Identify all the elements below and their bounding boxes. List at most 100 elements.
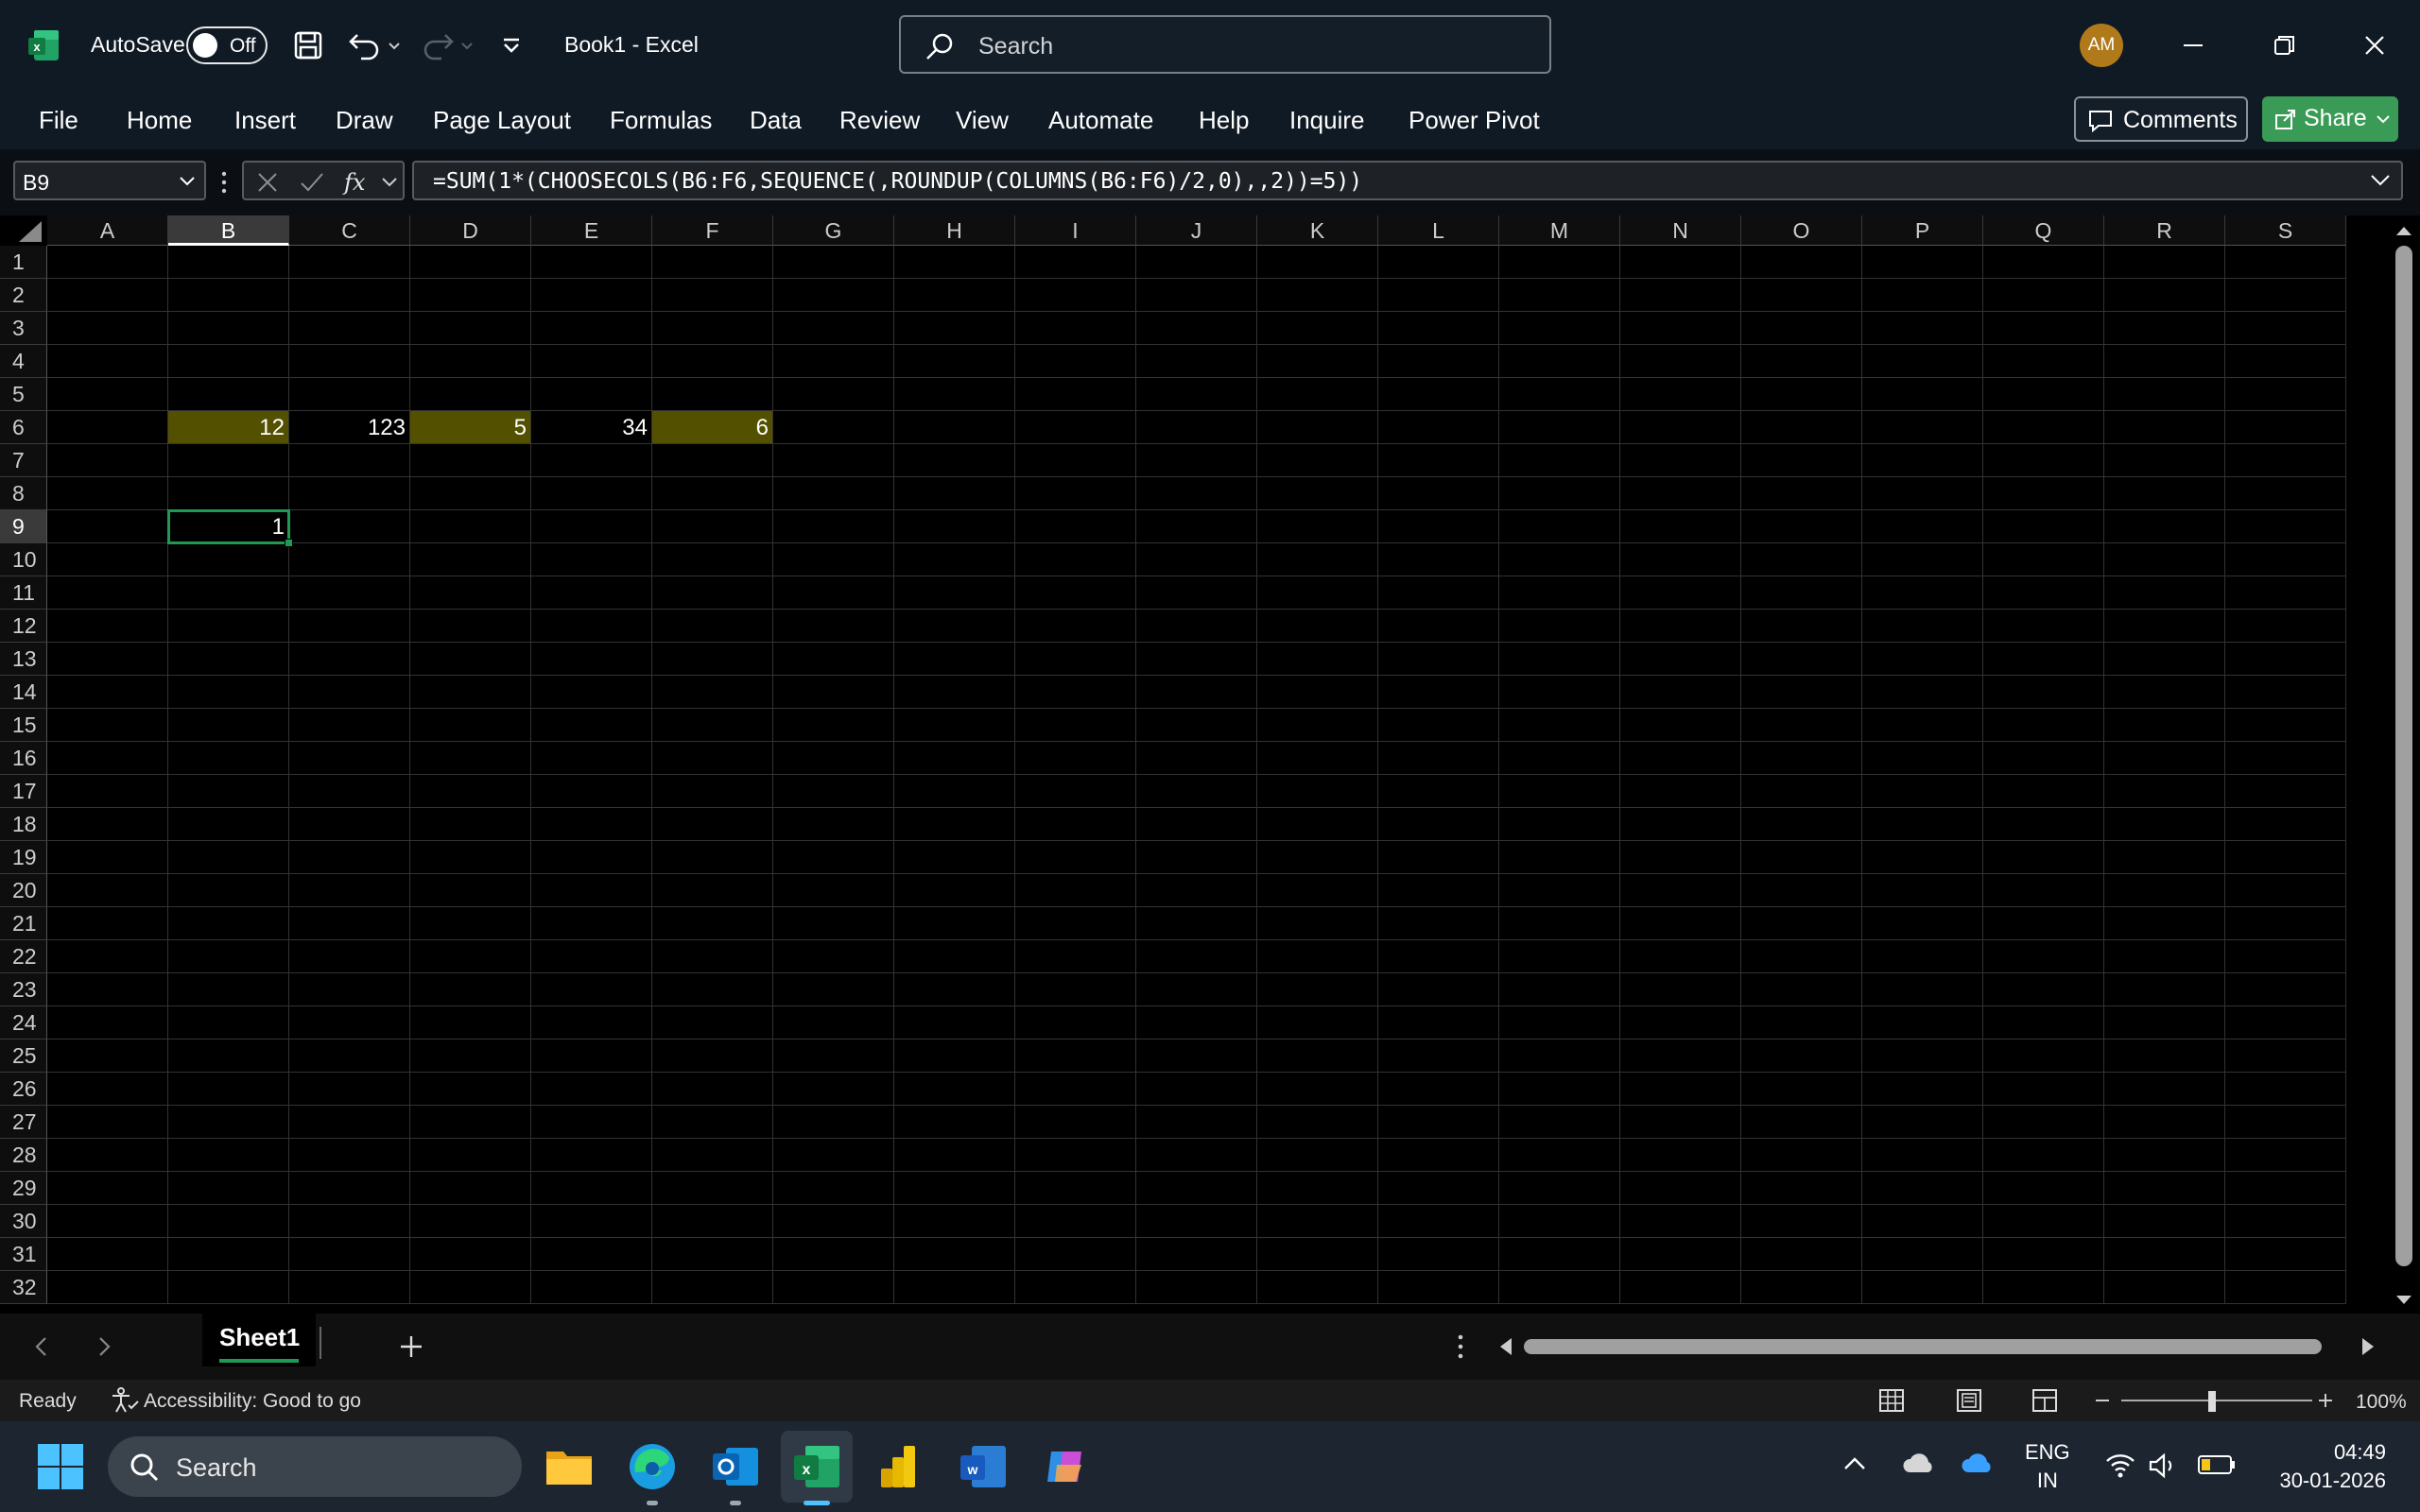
cell-c7[interactable] (289, 444, 410, 477)
formula-input[interactable]: =SUM(1*(CHOOSECOLS(B6:F6,SEQUENCE(,ROUND… (412, 161, 2403, 200)
cell-e31[interactable] (531, 1238, 652, 1271)
cell-g17[interactable] (773, 775, 894, 808)
cell-c31[interactable] (289, 1238, 410, 1271)
cell-b16[interactable] (168, 742, 289, 775)
cell-k26[interactable] (1257, 1073, 1378, 1106)
cell-g14[interactable] (773, 676, 894, 709)
cell-j21[interactable] (1136, 907, 1257, 940)
cell-i19[interactable] (1015, 841, 1136, 874)
cell-o28[interactable] (1741, 1139, 1862, 1172)
cell-e28[interactable] (531, 1139, 652, 1172)
cell-q18[interactable] (1983, 808, 2104, 841)
undo-icon[interactable] (342, 26, 405, 64)
cell-n10[interactable] (1620, 543, 1741, 576)
cell-s9[interactable] (2225, 510, 2346, 543)
tab-draw[interactable]: Draw (336, 106, 393, 135)
cell-q10[interactable] (1983, 543, 2104, 576)
cell-f27[interactable] (652, 1106, 773, 1139)
cell-s8[interactable] (2225, 477, 2346, 510)
row-header-19[interactable]: 19 (0, 841, 47, 874)
cell-m12[interactable] (1499, 610, 1620, 643)
cell-g27[interactable] (773, 1106, 894, 1139)
row-header-24[interactable]: 24 (0, 1006, 47, 1040)
cell-q17[interactable] (1983, 775, 2104, 808)
cell-a17[interactable] (47, 775, 168, 808)
cell-l26[interactable] (1378, 1073, 1499, 1106)
cell-f16[interactable] (652, 742, 773, 775)
cell-q13[interactable] (1983, 643, 2104, 676)
cell-d3[interactable] (410, 312, 531, 345)
cell-o5[interactable] (1741, 378, 1862, 411)
cell-n24[interactable] (1620, 1006, 1741, 1040)
cell-q4[interactable] (1983, 345, 2104, 378)
cell-l10[interactable] (1378, 543, 1499, 576)
cell-c8[interactable] (289, 477, 410, 510)
cell-k12[interactable] (1257, 610, 1378, 643)
cell-k22[interactable] (1257, 940, 1378, 973)
cell-k13[interactable] (1257, 643, 1378, 676)
column-header-d[interactable]: D (410, 215, 531, 246)
cell-r6[interactable] (2104, 411, 2225, 444)
cell-j2[interactable] (1136, 279, 1257, 312)
cell-n29[interactable] (1620, 1172, 1741, 1205)
cell-s14[interactable] (2225, 676, 2346, 709)
cell-e9[interactable] (531, 510, 652, 543)
cell-a1[interactable] (47, 246, 168, 279)
cell-m28[interactable] (1499, 1139, 1620, 1172)
tab-home[interactable]: Home (127, 106, 192, 135)
cell-m10[interactable] (1499, 543, 1620, 576)
fill-handle[interactable] (285, 539, 293, 547)
cell-a7[interactable] (47, 444, 168, 477)
cell-h8[interactable] (894, 477, 1015, 510)
cell-d14[interactable] (410, 676, 531, 709)
cell-s10[interactable] (2225, 543, 2346, 576)
normal-view-icon[interactable] (1877, 1387, 1906, 1414)
cell-i30[interactable] (1015, 1205, 1136, 1238)
cell-k4[interactable] (1257, 345, 1378, 378)
expand-formula-icon[interactable] (2369, 173, 2392, 188)
cell-b24[interactable] (168, 1006, 289, 1040)
cell-p1[interactable] (1862, 246, 1983, 279)
cell-d25[interactable] (410, 1040, 531, 1073)
cell-m5[interactable] (1499, 378, 1620, 411)
cell-k24[interactable] (1257, 1006, 1378, 1040)
cell-q29[interactable] (1983, 1172, 2104, 1205)
cell-r24[interactable] (2104, 1006, 2225, 1040)
cell-k28[interactable] (1257, 1139, 1378, 1172)
cell-s21[interactable] (2225, 907, 2346, 940)
cell-o6[interactable] (1741, 411, 1862, 444)
row-header-20[interactable]: 20 (0, 874, 47, 907)
horizontal-scroll-thumb[interactable] (1524, 1339, 2322, 1354)
cell-m22[interactable] (1499, 940, 1620, 973)
row-header-11[interactable]: 11 (0, 576, 47, 610)
cell-a2[interactable] (47, 279, 168, 312)
column-header-q[interactable]: Q (1983, 215, 2104, 246)
battery-icon[interactable] (2197, 1453, 2237, 1476)
cell-m25[interactable] (1499, 1040, 1620, 1073)
cell-a18[interactable] (47, 808, 168, 841)
cell-g24[interactable] (773, 1006, 894, 1040)
chevron-down-icon[interactable] (380, 176, 399, 189)
cell-q23[interactable] (1983, 973, 2104, 1006)
cell-c26[interactable] (289, 1073, 410, 1106)
cell-p7[interactable] (1862, 444, 1983, 477)
cell-q24[interactable] (1983, 1006, 2104, 1040)
cell-n2[interactable] (1620, 279, 1741, 312)
cell-r12[interactable] (2104, 610, 2225, 643)
cell-o19[interactable] (1741, 841, 1862, 874)
cell-b20[interactable] (168, 874, 289, 907)
cell-o17[interactable] (1741, 775, 1862, 808)
cell-i12[interactable] (1015, 610, 1136, 643)
cell-j10[interactable] (1136, 543, 1257, 576)
cell-c2[interactable] (289, 279, 410, 312)
cell-q14[interactable] (1983, 676, 2104, 709)
cell-j27[interactable] (1136, 1106, 1257, 1139)
cell-c11[interactable] (289, 576, 410, 610)
cell-l27[interactable] (1378, 1106, 1499, 1139)
accessibility-icon[interactable] (110, 1386, 140, 1415)
cell-o21[interactable] (1741, 907, 1862, 940)
cell-h14[interactable] (894, 676, 1015, 709)
cell-c17[interactable] (289, 775, 410, 808)
cell-f30[interactable] (652, 1205, 773, 1238)
cell-r21[interactable] (2104, 907, 2225, 940)
